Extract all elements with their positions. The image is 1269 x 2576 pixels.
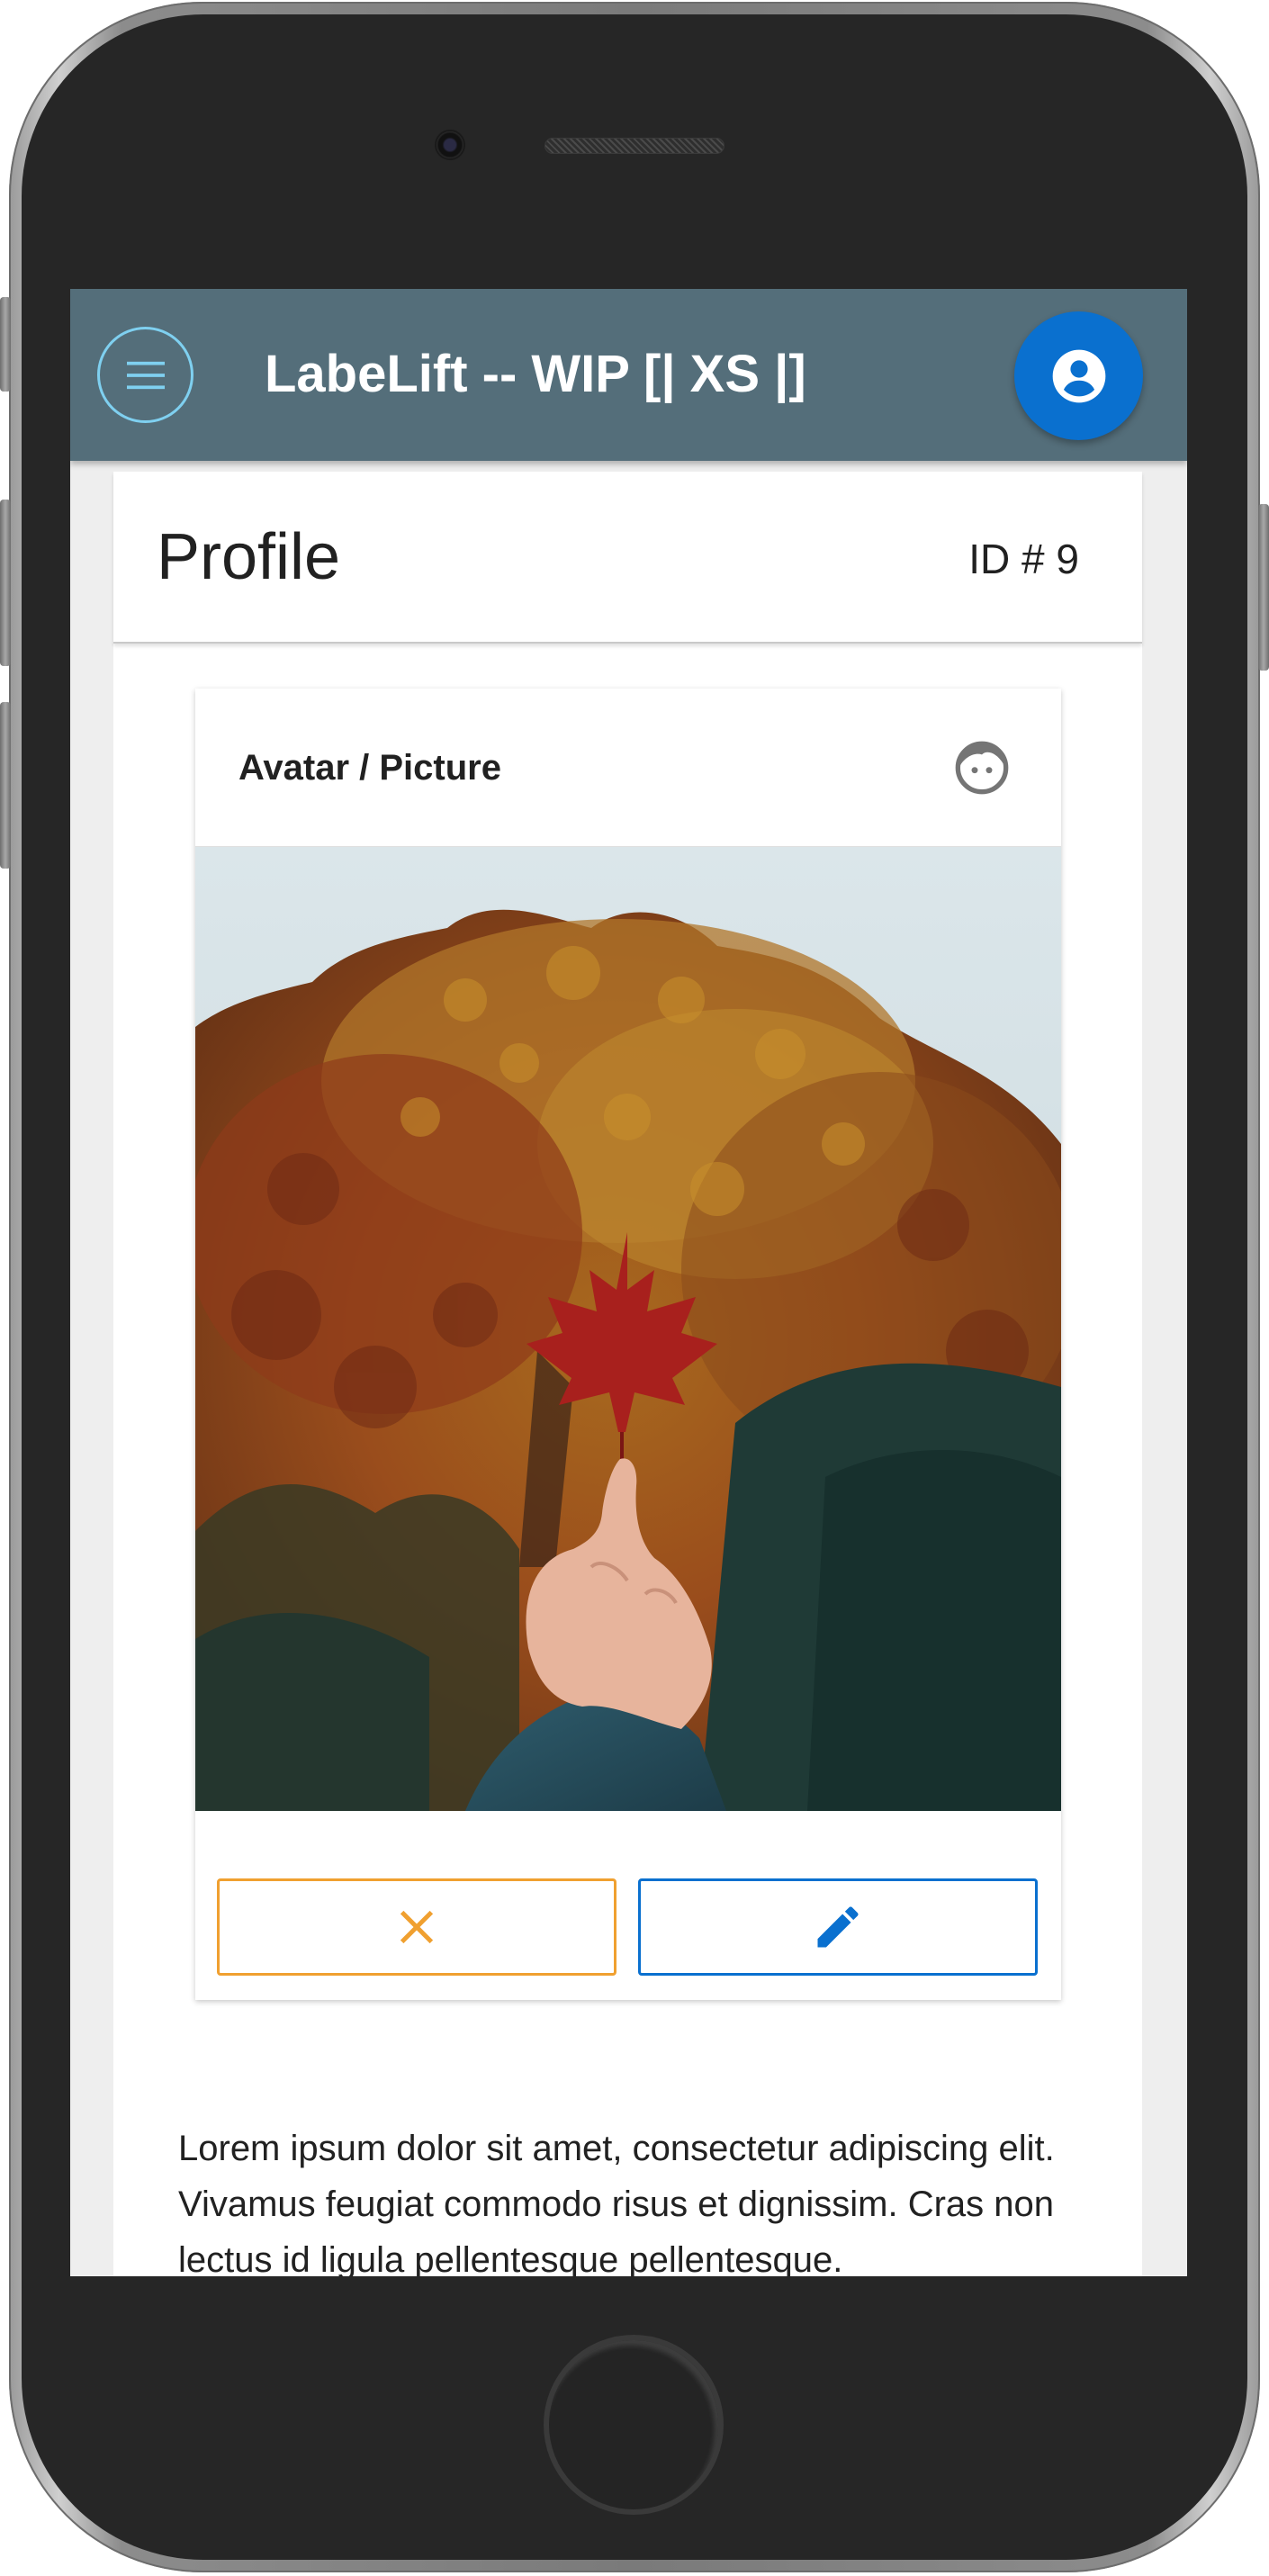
close-icon	[400, 1910, 434, 1944]
face-icon	[955, 741, 1009, 795]
app-screen: LabeLift -- WIP [| XS |] Profile ID # 9 …	[70, 289, 1187, 2276]
avatar-picture	[195, 847, 1061, 1811]
profile-page: Profile ID # 9 Avatar / Picture Lorem ip…	[113, 472, 1142, 2276]
edit-picture-button[interactable]	[638, 1878, 1038, 1976]
page-title: Profile	[157, 521, 341, 593]
profile-header: Profile ID # 9	[113, 472, 1142, 644]
front-camera	[435, 130, 465, 160]
avatar-card-header: Avatar / Picture	[195, 689, 1061, 847]
avatar-actions	[195, 1811, 1061, 2000]
profile-description: Lorem ipsum dolor sit amet, consectetur …	[178, 2129, 1055, 2276]
menu-icon	[126, 361, 165, 389]
avatar-card: Avatar / Picture	[195, 689, 1061, 2000]
profile-id: ID # 9	[968, 536, 1079, 582]
volume-up-button	[0, 500, 11, 666]
home-button[interactable]	[544, 2335, 724, 2515]
pencil-icon	[817, 1906, 859, 1948]
volume-down-button	[0, 702, 11, 869]
app-title: LabeLift -- WIP [| XS |]	[265, 345, 806, 403]
mute-switch	[0, 297, 11, 392]
earpiece-speaker	[544, 138, 724, 154]
account-circle-icon	[1052, 349, 1105, 402]
top-toolbar: LabeLift -- WIP [| XS |]	[70, 289, 1187, 461]
avatar-card-title: Avatar / Picture	[238, 748, 501, 788]
power-button	[1258, 504, 1269, 671]
clear-picture-button[interactable]	[217, 1878, 616, 1976]
account-button[interactable]	[1014, 311, 1143, 440]
menu-button[interactable]	[97, 327, 194, 423]
